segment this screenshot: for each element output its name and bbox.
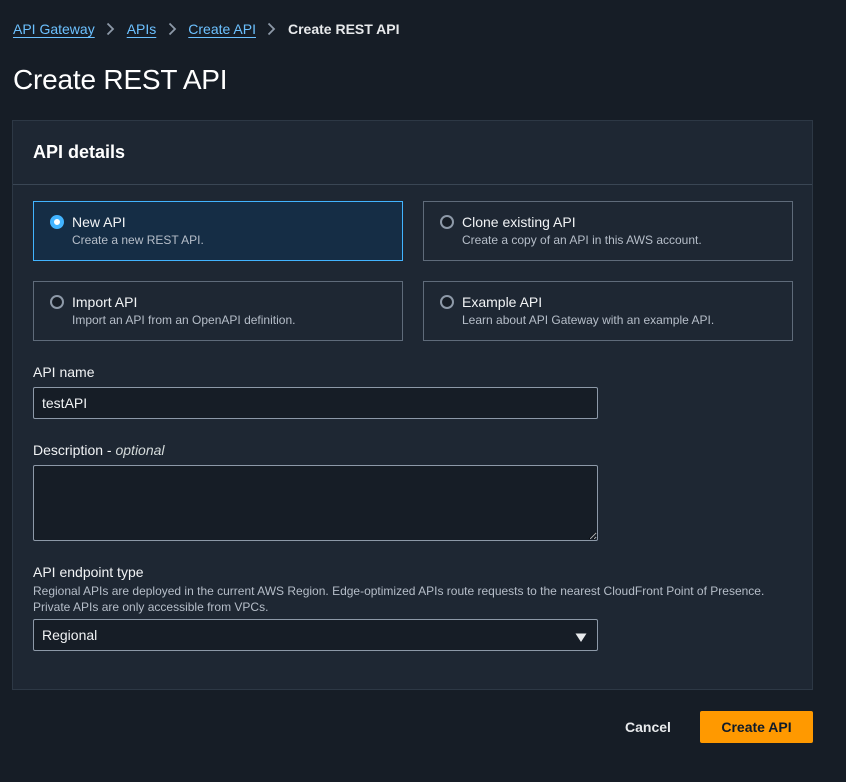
radio-selected-icon[interactable] <box>50 215 64 229</box>
option-label: New API <box>72 214 126 230</box>
optional-tag: optional <box>115 442 165 458</box>
endpoint-type-select[interactable]: Regional <box>33 619 598 651</box>
radio-unselected-icon[interactable] <box>440 215 454 229</box>
chevron-right-icon <box>256 22 288 36</box>
chevron-right-icon <box>156 22 188 36</box>
radio-unselected-icon[interactable] <box>50 295 64 309</box>
option-description: Import an API from an OpenAPI definition… <box>72 313 296 327</box>
api-details-panel: API details New API Create a new REST AP… <box>12 120 813 690</box>
option-label: Import API <box>72 294 138 310</box>
radio-unselected-icon[interactable] <box>440 295 454 309</box>
option-clone-existing-api[interactable]: Clone existing API Create a copy of an A… <box>423 201 793 261</box>
option-import-api[interactable]: Import API Import an API from an OpenAPI… <box>33 281 403 341</box>
breadcrumb-create-api[interactable]: Create API <box>188 20 256 38</box>
option-new-api[interactable]: New API Create a new REST API. <box>33 201 403 261</box>
description-textarea[interactable] <box>33 465 598 541</box>
breadcrumb-apis[interactable]: APIs <box>127 20 157 38</box>
breadcrumb-api-gateway[interactable]: API Gateway <box>13 20 95 38</box>
description-label: Description - optional <box>33 442 165 458</box>
option-example-api[interactable]: Example API Learn about API Gateway with… <box>423 281 793 341</box>
breadcrumb: API Gateway APIs Create API Create REST … <box>13 20 400 38</box>
endpoint-type-value: Regional <box>42 627 98 643</box>
option-description: Learn about API Gateway with an example … <box>462 313 715 327</box>
description-label-text: Description <box>33 442 104 458</box>
chevron-right-icon <box>95 22 127 36</box>
caret-down-icon <box>575 630 587 648</box>
breadcrumb-current: Create REST API <box>287 21 400 37</box>
panel-title: API details <box>33 142 126 162</box>
panel-header: API details <box>13 121 812 185</box>
create-api-button[interactable]: Create API <box>700 711 813 743</box>
api-name-label: API name <box>33 364 95 380</box>
endpoint-type-label: API endpoint type <box>33 564 144 580</box>
option-label: Clone existing API <box>462 214 576 230</box>
cancel-button[interactable]: Cancel <box>612 711 684 743</box>
page: API Gateway APIs Create API Create REST … <box>0 0 846 782</box>
option-label: Example API <box>462 294 543 310</box>
option-description: Create a copy of an API in this AWS acco… <box>462 233 702 247</box>
api-name-input[interactable] <box>33 387 598 419</box>
page-title: Create REST API <box>13 64 228 95</box>
option-description: Create a new REST API. <box>72 233 204 247</box>
endpoint-type-hint: Regional APIs are deployed in the curren… <box>33 584 765 614</box>
